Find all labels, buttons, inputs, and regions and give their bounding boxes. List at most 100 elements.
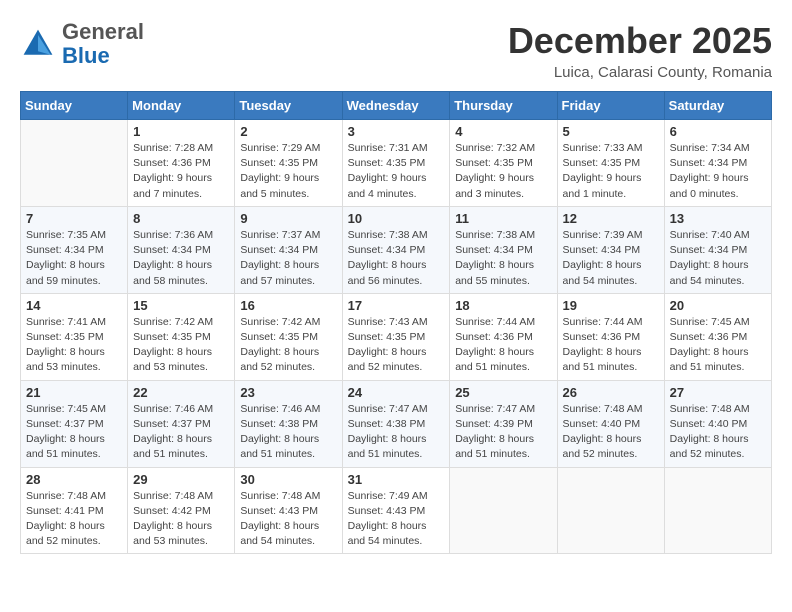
day-number: 24 <box>348 385 445 400</box>
calendar-cell: 17 Sunrise: 7:43 AM Sunset: 4:35 PM Dayli… <box>342 293 450 380</box>
calendar-cell: 15 Sunrise: 7:42 AM Sunset: 4:35 PM Dayli… <box>128 293 235 380</box>
day-number: 26 <box>563 385 659 400</box>
calendar-cell: 8 Sunrise: 7:36 AM Sunset: 4:34 PM Daylig… <box>128 206 235 293</box>
calendar-cell: 12 Sunrise: 7:39 AM Sunset: 4:34 PM Dayli… <box>557 206 664 293</box>
calendar-cell: 5 Sunrise: 7:33 AM Sunset: 4:35 PM Daylig… <box>557 120 664 207</box>
day-number: 13 <box>670 211 766 226</box>
calendar-week-5: 28Sunrise: 7:48 AM Sunset: 4:41 PM Dayli… <box>21 467 772 554</box>
day-number: 21 <box>26 385 122 400</box>
calendar-cell: 27Sunrise: 7:48 AM Sunset: 4:40 PM Dayli… <box>664 380 771 467</box>
day-number: 10 <box>348 211 445 226</box>
day-number: 1 <box>133 124 229 139</box>
day-info: Sunrise: 7:28 AM Sunset: 4:36 PM Dayligh… <box>133 141 229 202</box>
logo-icon <box>20 26 56 62</box>
calendar-week-3: 14Sunrise: 7:41 AM Sunset: 4:35 PM Dayli… <box>21 293 772 380</box>
day-info: Sunrise: 7:34 AM Sunset: 4:34 PM Dayligh… <box>670 141 766 202</box>
day-info: Sunrise: 7:49 AM Sunset: 4:43 PM Dayligh… <box>348 489 445 550</box>
day-info: Sunrise: 7:45 AM Sunset: 4:37 PM Dayligh… <box>26 402 122 463</box>
calendar-cell: 1 Sunrise: 7:28 AM Sunset: 4:36 PM Daylig… <box>128 120 235 207</box>
day-number: 30 <box>240 472 336 487</box>
day-info: Sunrise: 7:43 AM Sunset: 4:35 PM Dayligh… <box>348 315 445 376</box>
day-number: 15 <box>133 298 229 313</box>
calendar-cell: 14Sunrise: 7:41 AM Sunset: 4:35 PM Dayli… <box>21 293 128 380</box>
day-number: 25 <box>455 385 551 400</box>
calendar-table: SundayMondayTuesdayWednesdayThursdayFrid… <box>20 91 772 554</box>
logo: General Blue <box>20 20 144 68</box>
day-number: 29 <box>133 472 229 487</box>
calendar-cell <box>664 467 771 554</box>
calendar-cell: 31 Sunrise: 7:49 AM Sunset: 4:43 PM Dayli… <box>342 467 450 554</box>
calendar-cell: 4Sunrise: 7:32 AM Sunset: 4:35 PM Daylig… <box>450 120 557 207</box>
calendar-week-1: 1 Sunrise: 7:28 AM Sunset: 4:36 PM Daylig… <box>21 120 772 207</box>
day-number: 2 <box>240 124 336 139</box>
logo-text: General Blue <box>62 20 144 68</box>
day-info: Sunrise: 7:48 AM Sunset: 4:43 PM Dayligh… <box>240 489 336 550</box>
calendar-cell: 25 Sunrise: 7:47 AM Sunset: 4:39 PM Dayli… <box>450 380 557 467</box>
calendar-cell: 24 Sunrise: 7:47 AM Sunset: 4:38 PM Dayli… <box>342 380 450 467</box>
day-info: Sunrise: 7:46 AM Sunset: 4:38 PM Dayligh… <box>240 402 336 463</box>
day-number: 12 <box>563 211 659 226</box>
calendar-cell: 13 Sunrise: 7:40 AM Sunset: 4:34 PM Dayli… <box>664 206 771 293</box>
day-info: Sunrise: 7:47 AM Sunset: 4:39 PM Dayligh… <box>455 402 551 463</box>
day-info: Sunrise: 7:42 AM Sunset: 4:35 PM Dayligh… <box>133 315 229 376</box>
day-number: 17 <box>348 298 445 313</box>
day-number: 18 <box>455 298 551 313</box>
day-info: Sunrise: 7:42 AM Sunset: 4:35 PM Dayligh… <box>240 315 336 376</box>
month-title: December 2025 <box>508 20 772 62</box>
calendar-header-sunday: Sunday <box>21 92 128 120</box>
day-info: Sunrise: 7:33 AM Sunset: 4:35 PM Dayligh… <box>563 141 659 202</box>
title-section: December 2025 Luica, Calarasi County, Ro… <box>508 20 772 81</box>
day-info: Sunrise: 7:36 AM Sunset: 4:34 PM Dayligh… <box>133 228 229 289</box>
calendar-header-thursday: Thursday <box>450 92 557 120</box>
calendar-cell: 7 Sunrise: 7:35 AM Sunset: 4:34 PM Daylig… <box>21 206 128 293</box>
calendar-cell: 21 Sunrise: 7:45 AM Sunset: 4:37 PM Dayli… <box>21 380 128 467</box>
calendar-cell: 18Sunrise: 7:44 AM Sunset: 4:36 PM Dayli… <box>450 293 557 380</box>
calendar-cell: 6 Sunrise: 7:34 AM Sunset: 4:34 PM Daylig… <box>664 120 771 207</box>
day-info: Sunrise: 7:47 AM Sunset: 4:38 PM Dayligh… <box>348 402 445 463</box>
calendar-cell: 16 Sunrise: 7:42 AM Sunset: 4:35 PM Dayli… <box>235 293 342 380</box>
calendar-cell <box>450 467 557 554</box>
page-header: General Blue December 2025 Luica, Calara… <box>20 20 772 81</box>
day-number: 3 <box>348 124 445 139</box>
calendar-cell: 11 Sunrise: 7:38 AM Sunset: 4:34 PM Dayli… <box>450 206 557 293</box>
location-subtitle: Luica, Calarasi County, Romania <box>508 64 772 81</box>
day-number: 5 <box>563 124 659 139</box>
day-info: Sunrise: 7:29 AM Sunset: 4:35 PM Dayligh… <box>240 141 336 202</box>
calendar-body: 1 Sunrise: 7:28 AM Sunset: 4:36 PM Daylig… <box>21 120 772 554</box>
day-info: Sunrise: 7:41 AM Sunset: 4:35 PM Dayligh… <box>26 315 122 376</box>
day-info: Sunrise: 7:31 AM Sunset: 4:35 PM Dayligh… <box>348 141 445 202</box>
day-number: 31 <box>348 472 445 487</box>
calendar-header-row: SundayMondayTuesdayWednesdayThursdayFrid… <box>21 92 772 120</box>
calendar-cell: 22 Sunrise: 7:46 AM Sunset: 4:37 PM Dayli… <box>128 380 235 467</box>
day-info: Sunrise: 7:40 AM Sunset: 4:34 PM Dayligh… <box>670 228 766 289</box>
day-number: 20 <box>670 298 766 313</box>
calendar-cell <box>21 120 128 207</box>
calendar-cell: 28Sunrise: 7:48 AM Sunset: 4:41 PM Dayli… <box>21 467 128 554</box>
day-info: Sunrise: 7:46 AM Sunset: 4:37 PM Dayligh… <box>133 402 229 463</box>
calendar-cell: 19Sunrise: 7:44 AM Sunset: 4:36 PM Dayli… <box>557 293 664 380</box>
day-number: 7 <box>26 211 122 226</box>
calendar-cell: 2 Sunrise: 7:29 AM Sunset: 4:35 PM Daylig… <box>235 120 342 207</box>
calendar-cell: 3 Sunrise: 7:31 AM Sunset: 4:35 PM Daylig… <box>342 120 450 207</box>
day-info: Sunrise: 7:48 AM Sunset: 4:40 PM Dayligh… <box>563 402 659 463</box>
day-info: Sunrise: 7:48 AM Sunset: 4:40 PM Dayligh… <box>670 402 766 463</box>
day-number: 6 <box>670 124 766 139</box>
day-info: Sunrise: 7:48 AM Sunset: 4:41 PM Dayligh… <box>26 489 122 550</box>
calendar-cell: 9Sunrise: 7:37 AM Sunset: 4:34 PM Daylig… <box>235 206 342 293</box>
day-info: Sunrise: 7:32 AM Sunset: 4:35 PM Dayligh… <box>455 141 551 202</box>
calendar-header-tuesday: Tuesday <box>235 92 342 120</box>
calendar-week-4: 21 Sunrise: 7:45 AM Sunset: 4:37 PM Dayli… <box>21 380 772 467</box>
day-number: 11 <box>455 211 551 226</box>
day-number: 16 <box>240 298 336 313</box>
calendar-cell: 23Sunrise: 7:46 AM Sunset: 4:38 PM Dayli… <box>235 380 342 467</box>
calendar-header-saturday: Saturday <box>664 92 771 120</box>
day-info: Sunrise: 7:39 AM Sunset: 4:34 PM Dayligh… <box>563 228 659 289</box>
day-info: Sunrise: 7:45 AM Sunset: 4:36 PM Dayligh… <box>670 315 766 376</box>
day-number: 8 <box>133 211 229 226</box>
calendar-cell: 30 Sunrise: 7:48 AM Sunset: 4:43 PM Dayli… <box>235 467 342 554</box>
day-number: 19 <box>563 298 659 313</box>
day-info: Sunrise: 7:38 AM Sunset: 4:34 PM Dayligh… <box>455 228 551 289</box>
calendar-cell: 29Sunrise: 7:48 AM Sunset: 4:42 PM Dayli… <box>128 467 235 554</box>
day-info: Sunrise: 7:35 AM Sunset: 4:34 PM Dayligh… <box>26 228 122 289</box>
day-number: 22 <box>133 385 229 400</box>
